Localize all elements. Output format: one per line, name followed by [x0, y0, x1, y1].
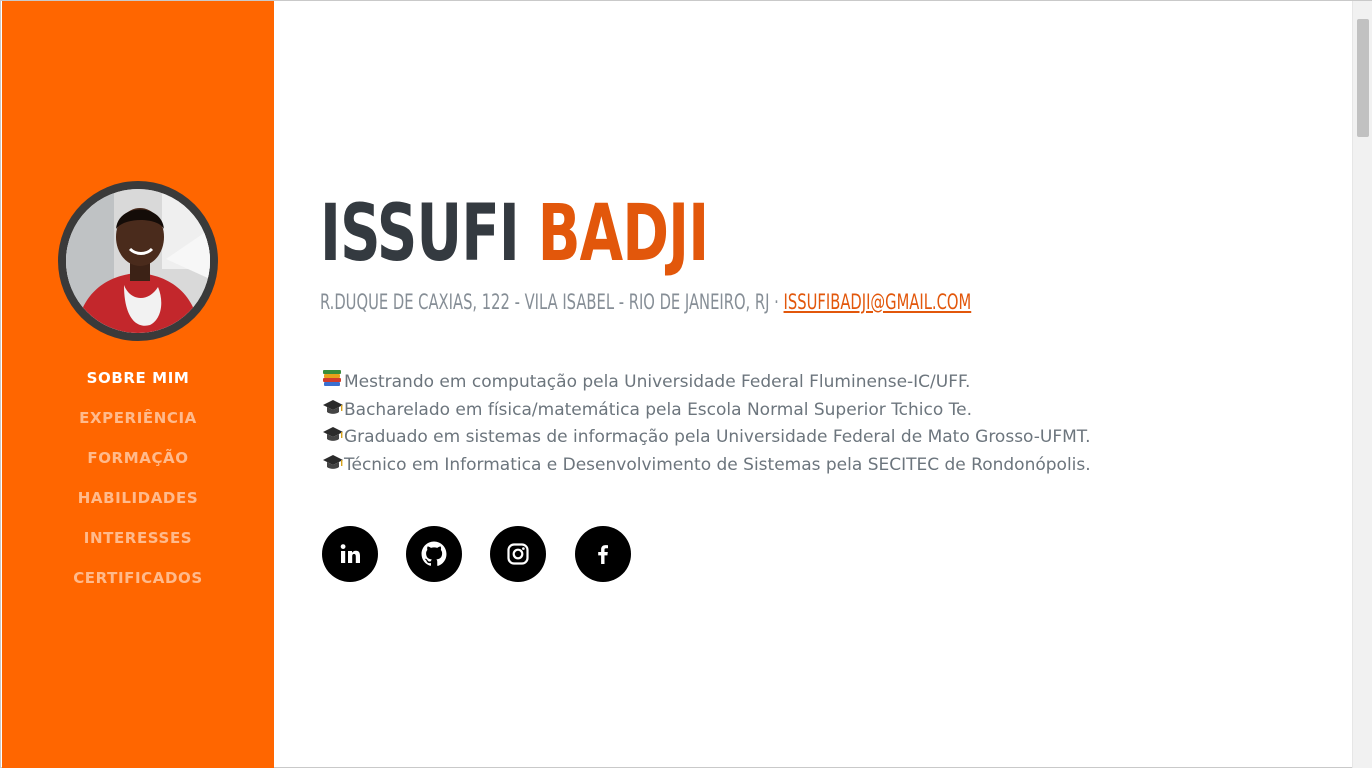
graduation-cap-icon: [322, 452, 344, 479]
profile-photo: [66, 189, 210, 333]
nav-item-habilidades[interactable]: HABILIDADES: [2, 487, 274, 527]
linkedin-button[interactable]: [322, 526, 378, 582]
graduation-cap-icon: [322, 397, 344, 424]
graduation-cap-icon: [322, 424, 344, 451]
about-item: Bacharelado em física/matemática pela Es…: [322, 397, 1091, 425]
profile-photo-illustration: [66, 189, 210, 333]
about-item-text: Técnico em Informatica e Desenvolvimento…: [344, 455, 1091, 476]
about-item: Graduado em sistemas de informação pela …: [322, 424, 1091, 452]
avatar: [58, 181, 218, 341]
linkedin-icon: [340, 544, 360, 563]
main-content: ISSUFI BADJI R.DUQUE DE CAXIAS, 122 - VI…: [274, 1, 1350, 768]
scrollbar[interactable]: [1352, 1, 1372, 768]
nav-item-formacao[interactable]: FORMAÇÃO: [2, 447, 274, 487]
sidebar: SOBRE MIM EXPERIÊNCIA FORMAÇÃO HABILIDAD…: [2, 1, 274, 768]
books-icon: [322, 369, 344, 396]
instagram-button[interactable]: [490, 526, 546, 582]
address-text: R.DUQUE DE CAXIAS, 122 - VILA ISABEL - R…: [320, 290, 784, 314]
nav-item-interesses[interactable]: INTERESSES: [2, 527, 274, 567]
about-item-text: Bacharelado em física/matemática pela Es…: [344, 399, 973, 420]
about-item-text: Mestrando em computação pela Universidad…: [344, 372, 971, 392]
facebook-button[interactable]: [575, 526, 631, 582]
about-item: Mestrando em computação pela Universidad…: [322, 369, 1091, 397]
contact-line: R.DUQUE DE CAXIAS, 122 - VILA ISABEL - R…: [320, 287, 971, 317]
nav-item-sobre-mim[interactable]: SOBRE MIM: [2, 367, 274, 407]
about-item: Técnico em Informatica e Desenvolvimento…: [322, 452, 1091, 480]
nav-item-certificados[interactable]: CERTIFICADOS: [2, 567, 274, 607]
email-link[interactable]: ISSUFIBADJI@GMAIL.COM: [784, 290, 972, 314]
first-name: ISSUFI: [320, 189, 520, 279]
facebook-icon: [598, 545, 608, 564]
last-name: BADJI: [537, 189, 709, 279]
github-icon: [421, 541, 447, 566]
about-item-text: Graduado em sistemas de informação pela …: [344, 427, 1091, 448]
github-button[interactable]: [406, 526, 462, 582]
about-list: Mestrando em computação pela Universidad…: [322, 369, 1091, 480]
instagram-icon: [507, 543, 529, 565]
nav-item-experiencia[interactable]: EXPERIÊNCIA: [2, 407, 274, 447]
page-title: ISSUFI BADJI: [320, 189, 709, 279]
scrollbar-thumb[interactable]: [1357, 19, 1369, 137]
sidebar-nav: SOBRE MIM EXPERIÊNCIA FORMAÇÃO HABILIDAD…: [2, 367, 274, 607]
